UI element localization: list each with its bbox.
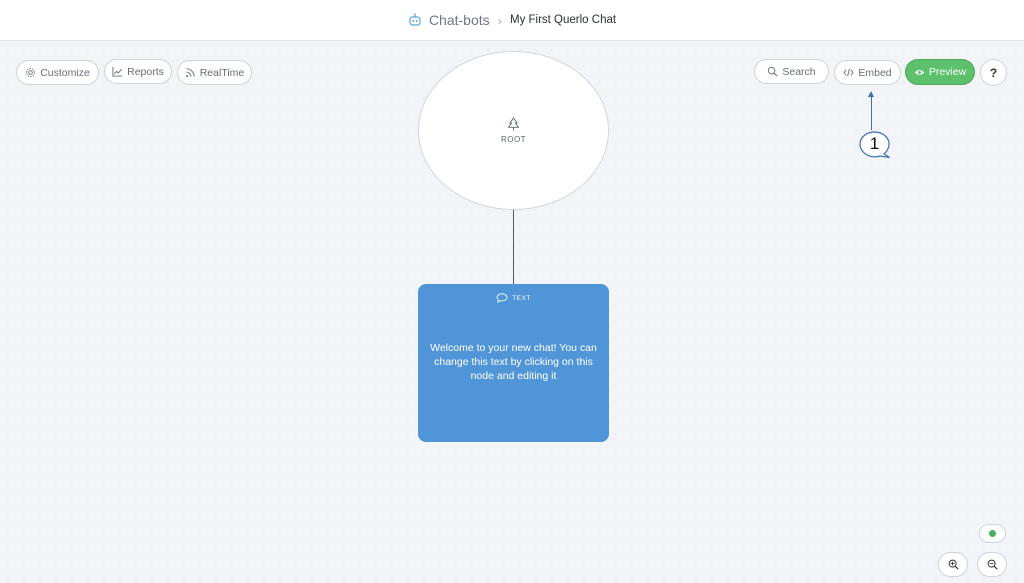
rss-icon: [185, 68, 195, 77]
status-toggle-button[interactable]: [979, 524, 1006, 543]
breadcrumb-current-chat: My First Querlo Chat: [509, 14, 617, 26]
chevron-right-icon: ›: [497, 12, 502, 28]
preview-label: Preview: [928, 66, 967, 78]
customize-label: Customize: [40, 66, 90, 79]
embed-label: Embed: [858, 66, 892, 79]
search-label: Search: [782, 65, 816, 78]
text-node-type-label: TEXT: [512, 294, 531, 302]
realtime-button[interactable]: RealTime: [177, 60, 252, 85]
zoom-out-button[interactable]: [977, 552, 1007, 577]
search-button[interactable]: Search: [754, 59, 829, 84]
root-node-label: ROOT: [500, 135, 527, 144]
search-icon: [768, 66, 778, 77]
status-indicator-dot: [989, 530, 996, 537]
zoom-in-icon: [948, 559, 959, 570]
root-node[interactable]: ROOT: [418, 51, 609, 210]
speech-bubble-icon: [496, 293, 508, 303]
annotation-pointer-line: [871, 96, 872, 130]
embed-button[interactable]: Embed: [834, 60, 901, 85]
gear-icon: [26, 68, 36, 77]
breadcrumb-chat-bots-link[interactable]: Chat-bots: [429, 12, 490, 28]
customize-button[interactable]: Customize: [16, 60, 99, 85]
code-icon: [843, 68, 855, 77]
annotation-number: 1: [869, 134, 880, 153]
reports-label: Reports: [127, 65, 164, 78]
robot-icon: [408, 13, 422, 27]
text-node-body: Welcome to your new chat! You can change…: [430, 342, 597, 382]
help-button[interactable]: ?: [980, 59, 1007, 86]
reports-button[interactable]: Reports: [104, 59, 172, 84]
node-connector: [513, 210, 514, 284]
realtime-label: RealTime: [199, 66, 245, 79]
text-node-header: TEXT: [418, 293, 609, 303]
top-bar: Chat-bots › My First Querlo Chat: [0, 0, 1024, 41]
chart-line-icon: [112, 66, 123, 77]
eye-icon: [914, 69, 925, 75]
text-node[interactable]: TEXT Welcome to your new chat! You can c…: [418, 284, 609, 442]
zoom-in-button[interactable]: [938, 552, 968, 577]
tree-icon: [507, 117, 520, 131]
zoom-out-icon: [987, 559, 998, 570]
preview-button[interactable]: Preview: [905, 59, 975, 85]
